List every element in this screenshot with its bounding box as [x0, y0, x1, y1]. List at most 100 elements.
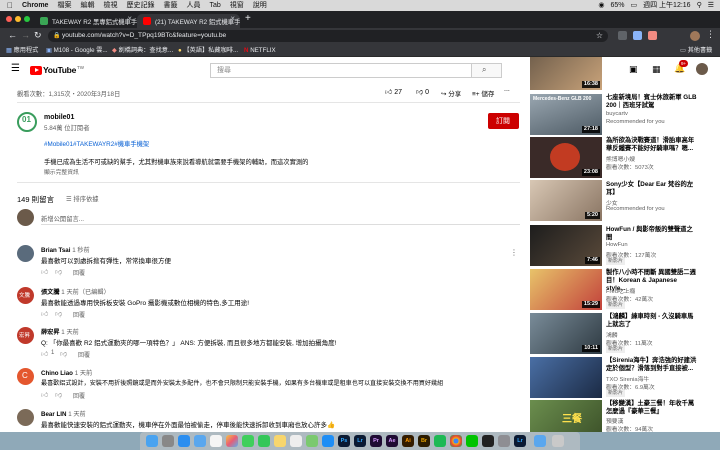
- sort-button[interactable]: ☰ 排序依據: [66, 194, 99, 203]
- facetime-icon[interactable]: [258, 435, 270, 447]
- menu-chrome[interactable]: Chrome: [22, 0, 48, 11]
- comment-avatar[interactable]: [17, 245, 34, 262]
- extension-icon[interactable]: [618, 31, 627, 40]
- forward-icon[interactable]: →: [21, 30, 30, 40]
- launchpad-icon[interactable]: [162, 435, 174, 447]
- lightroom-icon[interactable]: Lr: [354, 435, 366, 447]
- bookmark-english[interactable]: ● 【英語】私藏咖啡...: [178, 44, 238, 57]
- spotify-icon[interactable]: [434, 435, 446, 447]
- comment-author[interactable]: 張文騰 1 天前（已編輯）: [41, 287, 110, 296]
- trash-icon[interactable]: [552, 435, 564, 447]
- apple-icon[interactable]: : [7, 0, 13, 11]
- comment-like-icon[interactable]: 👍︎: [41, 267, 48, 276]
- menu-bookmarks[interactable]: 書籤: [163, 0, 177, 11]
- account-avatar[interactable]: [696, 63, 708, 75]
- new-tab-button[interactable]: +: [245, 13, 251, 24]
- comment-avatar[interactable]: 文騰: [17, 287, 34, 304]
- reply-button[interactable]: 回覆: [73, 391, 85, 400]
- rec-channel[interactable]: HowFun: [606, 242, 628, 248]
- window-zoom-button[interactable]: [24, 16, 30, 22]
- menu-people[interactable]: 人員: [186, 0, 200, 11]
- tab-close-icon[interactable]: ×: [230, 14, 235, 23]
- rec-title[interactable]: 七座新境局！賓士休旅新軍 GLB 200｜西班牙試駕: [606, 94, 698, 110]
- comment-dislike-icon[interactable]: 👎︎: [55, 390, 62, 399]
- menu-view[interactable]: 檢視: [103, 0, 117, 11]
- rec-thumbnail[interactable]: 23:08: [530, 137, 602, 178]
- address-bar[interactable]: 🔒 youtube.com/watch?v=D_TPpq19BTc&featur…: [48, 30, 608, 42]
- share-button[interactable]: ↪ 分享: [441, 88, 461, 98]
- new-comment-input[interactable]: 新增公開留言...: [41, 214, 84, 223]
- menu-help[interactable]: 說明: [253, 0, 267, 11]
- rec-thumbnail[interactable]: Mercedes-Benz GLB 200 27:18: [530, 94, 602, 135]
- rec-thumbnail[interactable]: 15:29: [530, 269, 602, 310]
- comment-menu-icon[interactable]: ⋮: [510, 248, 518, 257]
- rec-title[interactable]: Sony少女【Dear Ear 梵谷的左耳】: [606, 181, 698, 197]
- rec-title[interactable]: 【Sirenia海牛】奔浩強的好建洪定於個型？滑落到對手直接被...: [606, 357, 698, 373]
- youtube-logo[interactable]: YouTube TW: [30, 65, 84, 75]
- after-effects-icon[interactable]: Ae: [386, 435, 398, 447]
- terminal-icon[interactable]: [482, 435, 494, 447]
- dislike-button[interactable]: 👎︎ 0: [416, 87, 429, 96]
- channel-name[interactable]: mobile01: [44, 114, 74, 121]
- tab-close-icon[interactable]: ×: [127, 14, 132, 23]
- comment-avatar[interactable]: 宏昇: [17, 327, 34, 344]
- profile-avatar[interactable]: [690, 31, 700, 41]
- battery-icon[interactable]: ▭: [630, 0, 637, 11]
- comment-author[interactable]: Brian Tsai 1 秒前: [41, 245, 90, 254]
- chrome-menu-icon[interactable]: ⋮: [706, 29, 715, 40]
- menu-window[interactable]: 視窗: [230, 0, 244, 11]
- rec-title[interactable]: 【鴻麟】練車時刻 - 久沒騎車馬上就忘了: [606, 313, 698, 329]
- illustrator-icon[interactable]: Ai: [402, 435, 414, 447]
- extension-icon-3[interactable]: [648, 31, 657, 40]
- mail-icon[interactable]: [194, 435, 206, 447]
- subscribe-button[interactable]: 訂閱: [488, 113, 519, 129]
- photoshop-icon[interactable]: Ps: [338, 435, 350, 447]
- create-video-icon[interactable]: ▣: [629, 64, 638, 75]
- comment-time[interactable]: 1 天前: [75, 370, 93, 377]
- hamburger-menu-icon[interactable]: ☰: [11, 63, 20, 74]
- premiere-icon[interactable]: Pr: [370, 435, 382, 447]
- comment-time[interactable]: 1 秒前: [72, 247, 90, 254]
- more-actions-button[interactable]: ...: [504, 86, 510, 93]
- comment-dislike-icon[interactable]: 👎︎: [55, 309, 62, 318]
- rec-thumbnail[interactable]: 16:38: [530, 57, 602, 90]
- rec-title[interactable]: HowFun / 與影帝飯的雙聲道之間: [606, 226, 698, 242]
- reply-button[interactable]: 回覆: [73, 268, 85, 277]
- finder-icon[interactable]: [146, 435, 158, 447]
- search-button[interactable]: ⌕: [472, 63, 502, 78]
- line-icon[interactable]: [466, 435, 478, 447]
- bookmark-cambridge[interactable]: ◆ 劍橋詞典：查找意...: [112, 44, 173, 57]
- reply-button[interactable]: 回覆: [73, 310, 85, 319]
- menu-file[interactable]: 檔案: [57, 0, 71, 11]
- comment-time[interactable]: 1 天前: [61, 329, 79, 336]
- reminders-icon[interactable]: [290, 435, 302, 447]
- bookmark-netflix[interactable]: N NETFLIX: [244, 44, 276, 57]
- bookmark-apps[interactable]: ▦ 應用程式: [6, 44, 38, 57]
- maps-icon[interactable]: [306, 435, 318, 447]
- rec-thumbnail[interactable]: 10:11: [530, 313, 602, 354]
- apps-icon[interactable]: ▦: [652, 64, 661, 75]
- rec-title[interactable]: 為所欲為決戰賽道！滑胎車高年華反鐵賽不能好好騎車嗎？嗯...: [606, 137, 698, 153]
- spotlight-icon[interactable]: ⚲: [697, 0, 702, 11]
- extension-icon-2[interactable]: [633, 31, 642, 40]
- menu-tab[interactable]: Tab: [209, 0, 220, 11]
- rec-thumbnail[interactable]: 5:20: [530, 180, 602, 221]
- tab-1[interactable]: TAKEWAY R2 黑專鋁式機車手機 ×: [34, 14, 137, 28]
- reply-button[interactable]: 回覆: [78, 350, 90, 359]
- comment-author[interactable]: Bear LIN 1 天前: [41, 409, 86, 418]
- comment-dislike-icon[interactable]: 👎︎: [55, 267, 62, 276]
- chrome-icon[interactable]: [450, 435, 462, 447]
- rec-title[interactable]: 【移變漢】土豪三餐！年收千萬怎麼過『豪華三餐』: [606, 400, 698, 416]
- calendar-icon[interactable]: [210, 435, 222, 447]
- show-more-button[interactable]: 顯示完整資訊: [44, 167, 79, 176]
- menu-edit[interactable]: 編輯: [80, 0, 94, 11]
- system-preferences-icon[interactable]: [498, 435, 510, 447]
- back-icon[interactable]: ←: [8, 30, 17, 40]
- hashtags[interactable]: #Mobile01#TAKEWAYR2#機車手機架: [44, 139, 149, 148]
- rec-channel[interactable]: buycartv: [606, 111, 628, 117]
- like-button[interactable]: 👍︎ 27: [385, 87, 402, 96]
- messages-icon[interactable]: [242, 435, 254, 447]
- comment-time[interactable]: 1 天前: [68, 411, 86, 418]
- comment-like-icon[interactable]: 👍︎: [41, 390, 48, 399]
- tab-2[interactable]: (21) TAKEWAY R2 鋁式機車手機 ×: [137, 14, 240, 28]
